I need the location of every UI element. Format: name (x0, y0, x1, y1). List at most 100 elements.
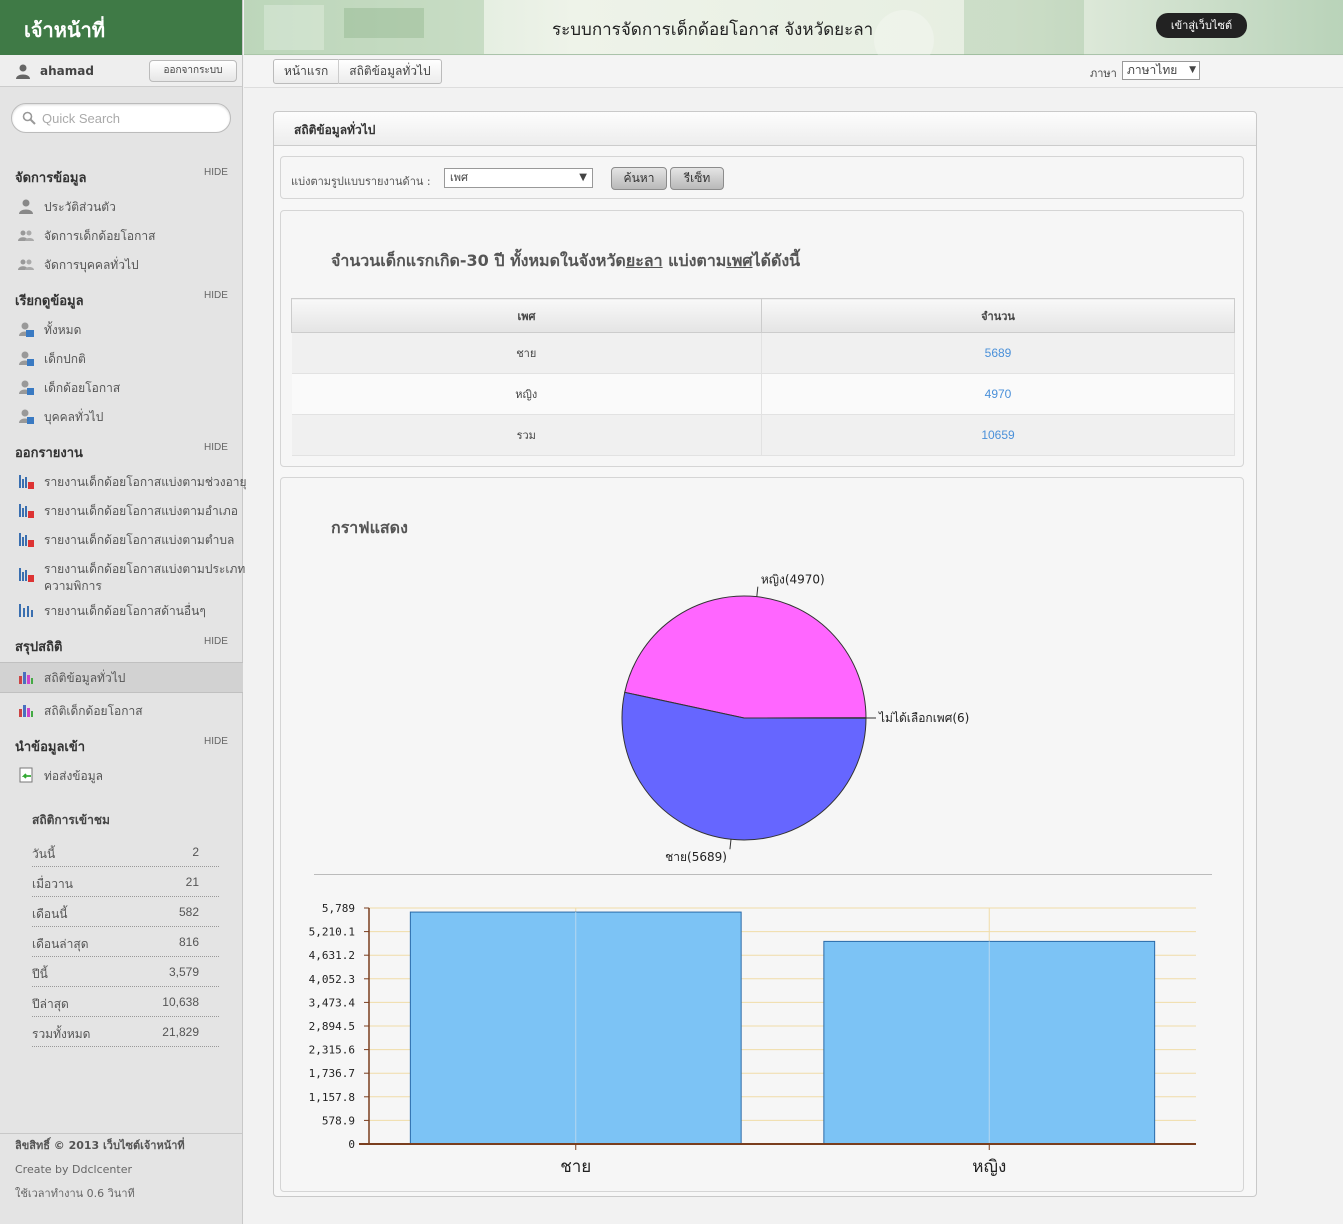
top-banner: ระบบการจัดการเด็กด้อยโอกาส จังหวัดยะลา เ… (244, 0, 1343, 55)
nav-label: สถิติข้อมูลทั่วไป (44, 671, 126, 685)
visit-label: ปีนี้ (32, 967, 48, 981)
users-icon (18, 259, 34, 270)
column-header-count[interactable]: จำนวน (761, 298, 1235, 333)
nav-label: ทั้งหมด (44, 323, 82, 337)
nav-label: รายงานเด็กด้อยโอกาสแบ่งตามตำบล (44, 533, 235, 547)
nav-label: ประวัติส่วนตัว (44, 200, 116, 214)
visit-label: วันนี้ (32, 847, 56, 861)
heading-text: ได้ดังนี้ (752, 251, 801, 270)
visit-label: ปีล่าสุด (32, 997, 69, 1011)
nav-label-line2: ความพิการ (44, 579, 102, 593)
visit-value: 582 (178, 905, 199, 919)
nav-report-subdistrict[interactable]: รายงานเด็กด้อยโอกาสแบ่งตามตำบล (0, 525, 243, 553)
nav-report-district[interactable]: รายงานเด็กด้อยโอกาสแบ่งตามอำเภอ (0, 496, 243, 524)
pie-label: ไม่ได้เลือกเพศ(6) (878, 711, 969, 725)
cell-count[interactable]: 5689 (761, 332, 1235, 374)
language-value: ภาษาไทย (1127, 63, 1178, 77)
hide-toggle-view[interactable]: HIDE (204, 290, 228, 301)
visit-label: เดือนล่าสุด (32, 937, 89, 951)
table-row: หญิง 4970 (291, 373, 1235, 415)
nav-label: รายงานเด็กด้อยโอกาสแบ่งตามช่วงอายุ (44, 475, 247, 489)
nav-label: เด็กปกติ (44, 352, 86, 366)
cell-count[interactable]: 10659 (761, 414, 1235, 456)
hide-toggle-report[interactable]: HIDE (204, 442, 228, 453)
visit-value: 816 (178, 935, 199, 949)
nav-stats-general[interactable]: สถิติข้อมูลทั่วไป (0, 662, 243, 693)
nav-import-data[interactable]: ท่อส่งข้อมูล (0, 761, 243, 789)
nav-view-all[interactable]: ทั้งหมด (0, 315, 243, 343)
nav-report-age[interactable]: รายงานเด็กด้อยโอกาสแบ่งตามช่วงอายุ (0, 467, 247, 495)
column-header-gender[interactable]: เพศ (291, 298, 762, 333)
cell-count[interactable]: 4970 (761, 373, 1235, 415)
breadcrumb-bar: หน้าแรก สถิติข้อมูลทั่วไป ภาษา ภาษาไทย ▼ (244, 56, 1343, 88)
visit-row: เดือนล่าสุด 816 (32, 927, 219, 957)
nav-stats-disadvantaged[interactable]: สถิติเด็กด้อยโอกาส (0, 696, 243, 724)
reset-button[interactable]: รีเซ็ท (670, 167, 724, 190)
logout-button[interactable]: ออกจากระบบ (149, 60, 237, 82)
user-name: ahamad (40, 64, 94, 78)
nav-report-disability[interactable]: รายงานเด็กด้อยโอกาสแบ่งตามประเภท ความพิก… (0, 554, 245, 594)
report-chart-icon (19, 504, 34, 518)
search-placeholder: Quick Search (42, 111, 121, 126)
nav-profile[interactable]: ประวัติส่วนตัว (0, 192, 243, 220)
nav-report-other[interactable]: รายงานเด็กด้อยโอกาสด้านอื่นๆ (0, 596, 243, 624)
nav-view-disadvantaged[interactable]: เด็กด้อยโอกาส (0, 373, 243, 401)
hide-toggle-manage[interactable]: HIDE (204, 167, 228, 178)
heading-text: แบ่งตาม (662, 251, 727, 270)
breadcrumb-home[interactable]: หน้าแรก (274, 62, 338, 81)
hide-toggle-import[interactable]: HIDE (204, 736, 228, 747)
search-button[interactable]: ค้นหา (611, 167, 667, 190)
pie-chart: หญิง(4970) ไม่ได้เลือกเพศ(6) ชาย(5689) (621, 573, 969, 864)
report-chart-icon (19, 533, 34, 547)
visit-row: เมื่อวาน 21 (32, 867, 219, 897)
dropdown-arrow-icon: ▼ (1189, 65, 1196, 75)
nav-label: เด็กด้อยโอกาส (44, 381, 121, 395)
credit: Create by Ddclcenter (15, 1163, 132, 1176)
nav-manage-people[interactable]: จัดการบุคคลทั่วไป (0, 250, 243, 278)
stats-table-box: จำนวนเด็กแรกเกิด-30 ปี ทั้งหมดในจังหวัดย… (280, 210, 1244, 467)
breadcrumb: หน้าแรก สถิติข้อมูลทั่วไป (273, 59, 442, 84)
panel-title: สถิติข้อมูลทั่วไป (274, 112, 1256, 146)
visit-value: 21,829 (162, 1025, 199, 1039)
user-all-icon (19, 322, 34, 337)
user-icon (16, 64, 30, 79)
visit-label: เมื่อวาน (32, 877, 73, 891)
nav-view-general[interactable]: บุคคลทั่วไป (0, 402, 243, 430)
nav-view-normal[interactable]: เด็กปกติ (0, 344, 243, 372)
sidebar: เจ้าหน้าที่ ahamad ออกจากระบบ Quick Sear… (0, 0, 247, 1224)
report-type-select[interactable]: เพศ ▼ (444, 168, 593, 188)
cell-gender: รวม (291, 414, 762, 456)
user-bar: ahamad ออกจากระบบ (0, 55, 242, 87)
report-chart-icon (19, 568, 34, 582)
quick-search-input[interactable]: Quick Search (11, 103, 231, 133)
hide-toggle-summary[interactable]: HIDE (204, 636, 228, 647)
nav-label: ท่อส่งข้อมูล (44, 769, 103, 783)
stats-table: เพศ จำนวน ชาย 5689 หญิง 4970 รวม 10659 (291, 298, 1235, 456)
nav-manage-children[interactable]: จัดการเด็กด้อยโอกาส (0, 221, 243, 249)
table-row: ชาย 5689 (291, 332, 1235, 374)
nav-label: จัดการเด็กด้อยโอกาส (44, 229, 156, 243)
heading-group: เพศ (726, 251, 753, 270)
pie-label-leader (756, 586, 759, 597)
section-title-report: ออกรายงาน (15, 446, 83, 461)
chart-box: กราฟแสดง หญิง(4970) ไม่ได้เลือกเพศ(6) ชาย(… (280, 477, 1244, 1192)
render-time: ใช้เวลาทำงาน 0.6 วินาที (15, 1187, 135, 1200)
visit-stats-title: สถิติการเข้าชม (32, 813, 110, 827)
section-title-import: นำข้อมูลเข้า (15, 740, 86, 755)
copyright: ลิขสิทธิ์ © 2013 เว็บไซต์เจ้าหน้าที่ (15, 1139, 185, 1152)
y-tick-label: 3,473.4 (309, 996, 356, 1009)
table-row: รวม 10659 (291, 414, 1235, 456)
y-tick-label: 2,315.6 (309, 1044, 355, 1057)
language-select[interactable]: ภาษาไทย ▼ (1122, 61, 1200, 80)
bar-chart: 0 578.9 1,157.8 1,736.7 2,315.6 2,894.5 3,473.… (309, 902, 1196, 1177)
report-chart-icon (19, 604, 33, 617)
go-to-website-button[interactable]: เข้าสู่เว็บไซต์ (1156, 13, 1247, 38)
visit-value: 3,579 (168, 965, 199, 979)
nav-label: จัดการบุคคลทั่วไป (44, 258, 139, 272)
visit-row: วันนี้ 2 (32, 837, 219, 867)
y-tick-label: 5,789 (322, 902, 355, 915)
import-icon (19, 767, 33, 783)
user-icon (19, 199, 33, 214)
visit-value: 10,638 (162, 995, 199, 1009)
sidebar-header: เจ้าหน้าที่ (0, 0, 242, 55)
